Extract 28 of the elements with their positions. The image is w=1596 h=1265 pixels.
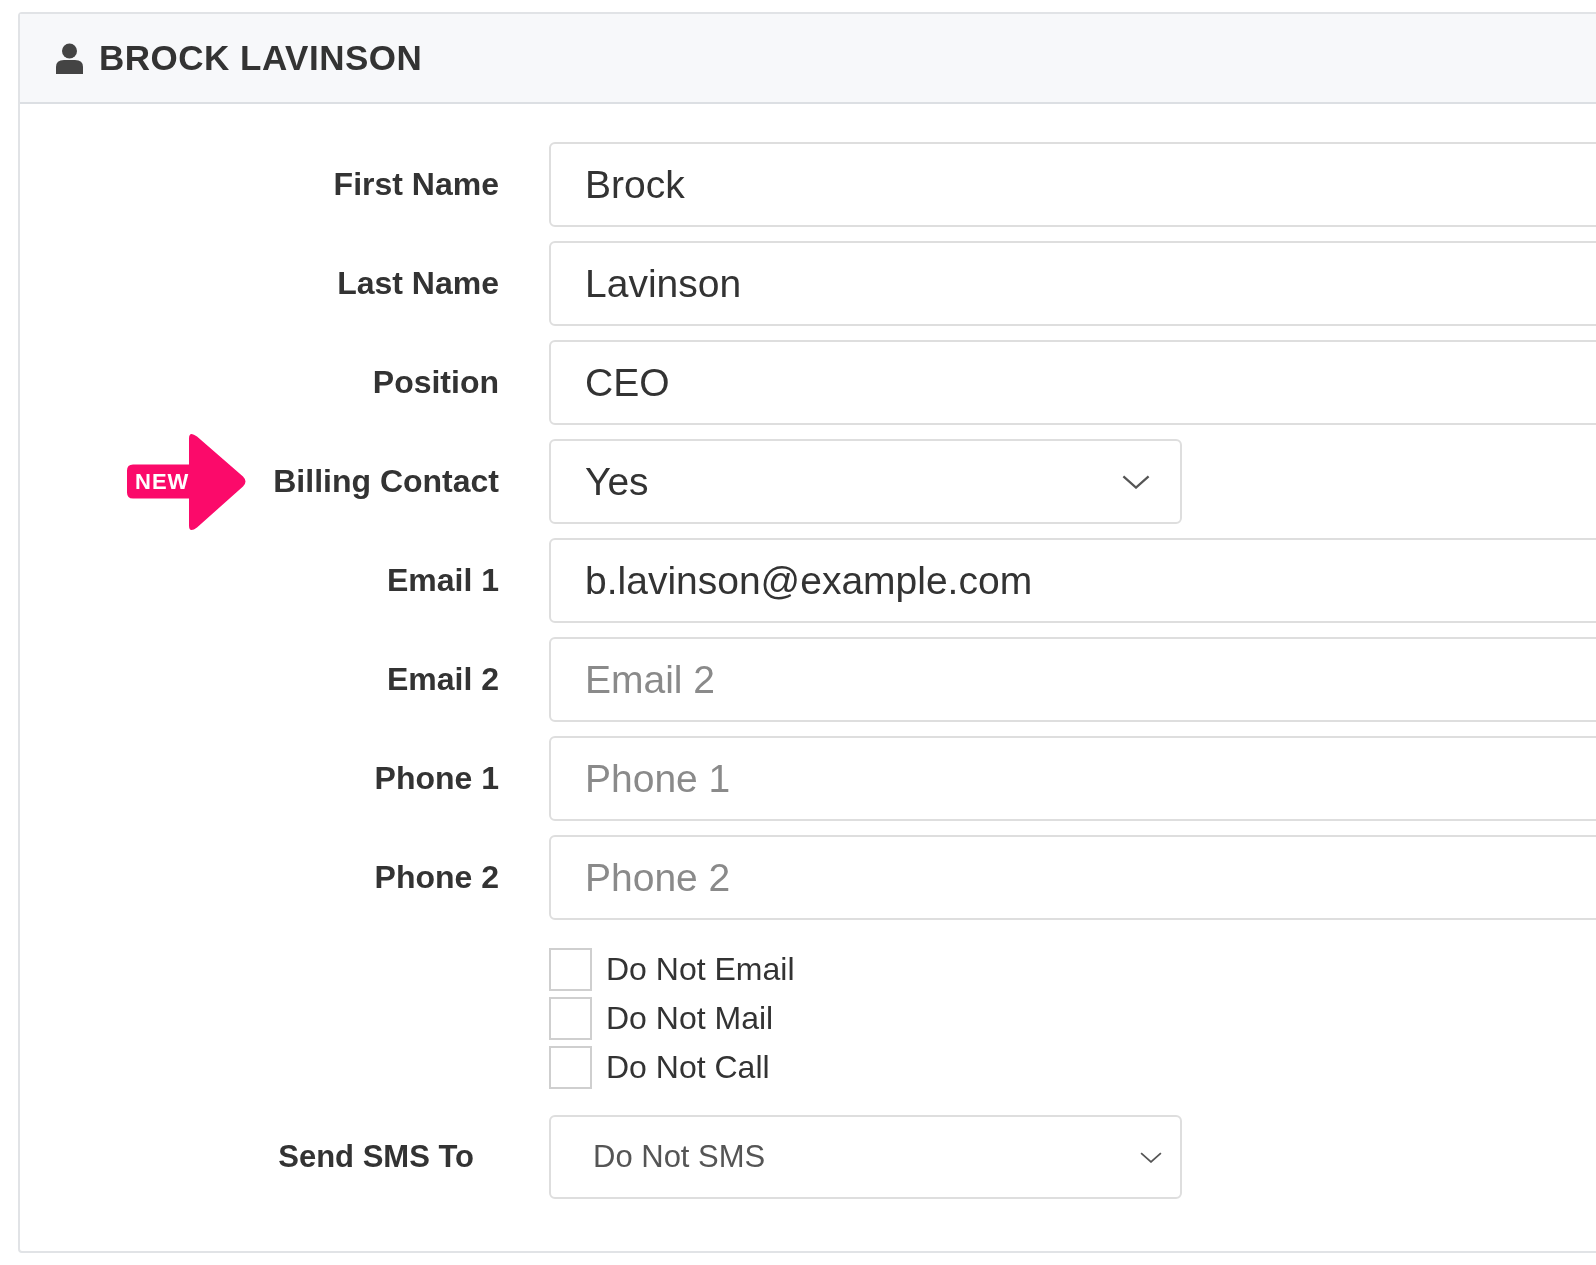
- input-field[interactable]: Brock: [549, 142, 1596, 227]
- field-label: First Name: [333, 166, 499, 203]
- checkbox[interactable]: [549, 948, 592, 991]
- field-label: Email 1: [386, 562, 499, 599]
- checkbox-label: Do Not Call: [606, 1049, 770, 1086]
- field-label: Phone 2: [374, 859, 499, 896]
- checkbox[interactable]: [549, 1046, 592, 1089]
- field-label: Last Name: [337, 265, 499, 302]
- input-field[interactable]: Phone 2: [549, 835, 1596, 920]
- field-label: Billing Contact: [273, 463, 499, 500]
- chevron-down-icon: [1140, 1151, 1162, 1163]
- field-label: Position: [372, 364, 499, 401]
- input-field[interactable]: Email 2: [549, 637, 1596, 722]
- person-icon: [56, 42, 83, 74]
- field-label: Email 2: [386, 661, 499, 698]
- checkbox-label: Do Not Mail: [606, 1000, 774, 1037]
- card-title: BROCK LAVINSON: [99, 38, 423, 78]
- input-field[interactable]: b.lavinson@example.com: [549, 538, 1596, 623]
- input-field[interactable]: Lavinson: [549, 241, 1596, 326]
- dropdown[interactable]: Do Not SMS: [549, 1115, 1182, 1199]
- field-label: Send SMS To: [278, 1139, 474, 1175]
- input-field[interactable]: CEO: [549, 340, 1596, 425]
- checkbox-label: Do Not Email: [606, 951, 795, 988]
- checkbox[interactable]: [549, 997, 592, 1040]
- dropdown[interactable]: Yes: [549, 439, 1182, 524]
- field-label: Phone 1: [374, 760, 499, 797]
- chevron-down-icon: [1122, 474, 1150, 489]
- input-field[interactable]: Phone 1: [549, 736, 1596, 821]
